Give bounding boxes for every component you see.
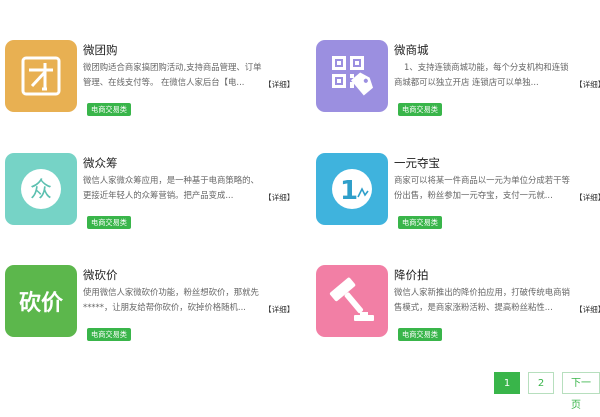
card-title[interactable]: 一元夺宝 bbox=[394, 155, 440, 171]
detail-link[interactable]: 【详细】 bbox=[575, 304, 600, 315]
one-yuan-icon[interactable]: 1 bbox=[316, 153, 388, 225]
app-card-jiangjiapai[interactable]: 降价拍 微信人家新推出的降价拍应用，打破传统电商销售模式，是商家涨粉活粉、提高粉… bbox=[316, 265, 600, 345]
card-desc: 1、支持连锁商城功能，每个分支机构和连锁商城都可以独立开店 连锁店可以单独... bbox=[394, 62, 569, 87]
tuan-icon[interactable] bbox=[5, 40, 77, 112]
app-card-yiyuan-duobao[interactable]: 1 一元夺宝 商家可以将某一件商品以一元为单位分成若干等份出售，粉丝参加一元夺宝… bbox=[316, 153, 600, 233]
card-title[interactable]: 微众筹 bbox=[83, 155, 118, 171]
card-title[interactable]: 降价拍 bbox=[394, 267, 429, 283]
svg-text:众: 众 bbox=[30, 178, 52, 203]
card-title[interactable]: 微砍价 bbox=[83, 267, 118, 283]
detail-link[interactable]: 【详细】 bbox=[264, 79, 294, 90]
detail-link[interactable]: 【详细】 bbox=[575, 192, 600, 203]
card-title[interactable]: 微团购 bbox=[83, 42, 118, 58]
page-1-button[interactable]: 1 bbox=[494, 372, 520, 394]
page-2-button[interactable]: 2 bbox=[528, 372, 554, 394]
app-card-zhongchou[interactable]: 众 微众筹 微信人家微众筹应用，是一种基于电商策略的、更接近年轻人的众筹营销。把… bbox=[5, 153, 295, 233]
next-page-button[interactable]: 下一页 bbox=[562, 372, 600, 411]
detail-link[interactable]: 【详细】 bbox=[264, 192, 294, 203]
app-card-shangcheng[interactable]: 微商城 1、支持连锁商城功能，每个分支机构和连锁商城都可以独立开店 连锁店可以单… bbox=[316, 40, 600, 120]
detail-link[interactable]: 【详细】 bbox=[575, 79, 600, 90]
svg-text:1: 1 bbox=[340, 176, 358, 206]
auction-hammer-icon[interactable] bbox=[316, 265, 388, 337]
svg-text:砍价: 砍价 bbox=[19, 290, 64, 316]
card-title[interactable]: 微商城 bbox=[394, 42, 429, 58]
card-desc: 使用微信人家微砍价功能，粉丝想砍价，那就先*****，让朋友给帮你砍价，砍掉价格… bbox=[83, 287, 259, 312]
zhong-icon[interactable]: 众 bbox=[5, 153, 77, 225]
category-badge: 电商交易类 bbox=[87, 216, 131, 229]
category-badge: 电商交易类 bbox=[398, 328, 442, 341]
category-badge: 电商交易类 bbox=[398, 216, 442, 229]
kanjia-icon[interactable]: 砍价 bbox=[5, 265, 77, 337]
card-desc: 微信人家新推出的降价拍应用，打破传统电商销售模式，是商家涨粉活粉、提高粉丝粘性.… bbox=[394, 287, 570, 312]
qr-code-tag-icon[interactable] bbox=[316, 40, 388, 112]
card-desc: 商家可以将某一件商品以一元为单位分成若干等份出售，粉丝参加一元夺宝，支付一元就.… bbox=[394, 175, 570, 200]
category-badge: 电商交易类 bbox=[87, 328, 131, 341]
app-card-kanjia[interactable]: 砍价 微砍价 使用微信人家微砍价功能，粉丝想砍价，那就先*****，让朋友给帮你… bbox=[5, 265, 295, 345]
card-desc: 微信人家微众筹应用，是一种基于电商策略的、更接近年轻人的众筹营销。把产品变成..… bbox=[83, 175, 259, 200]
category-badge: 电商交易类 bbox=[87, 103, 131, 116]
detail-link[interactable]: 【详细】 bbox=[264, 304, 294, 315]
category-badge: 电商交易类 bbox=[398, 103, 442, 116]
card-desc: 微团购适合商家搞团购活动,支持商品管理、订单管理、在线支付等。 在微信人家后台【… bbox=[83, 62, 262, 87]
app-card-tuangou[interactable]: 微团购 微团购适合商家搞团购活动,支持商品管理、订单管理、在线支付等。 在微信人… bbox=[5, 40, 295, 120]
